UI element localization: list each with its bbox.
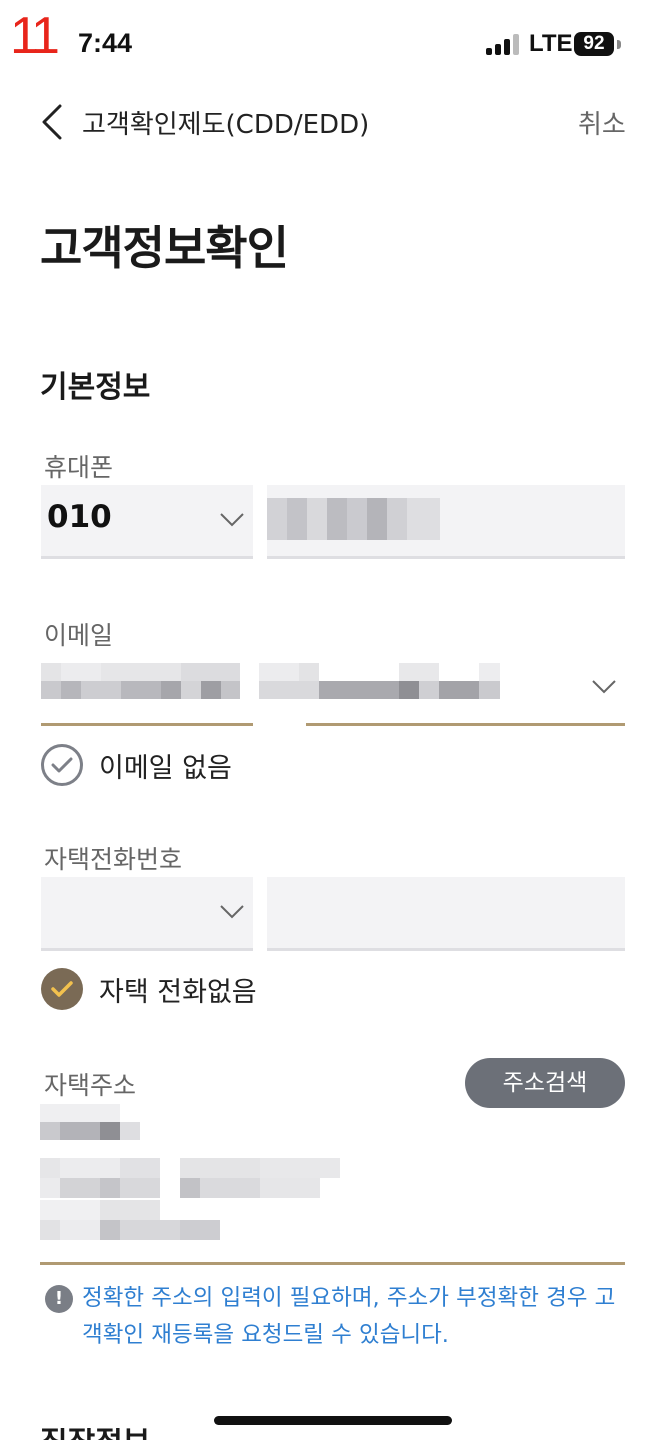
back-icon[interactable] [36, 102, 70, 142]
home-phone-area-select[interactable] [41, 877, 253, 951]
no-email-label: 이메일 없음 [99, 753, 232, 784]
no-email-checkbox[interactable]: 이메일 없음 [41, 744, 281, 786]
masked-email-domain [259, 663, 500, 699]
home-address-label: 자택주소 [44, 1071, 137, 1100]
network-type: LTE [529, 30, 573, 57]
chevron-down-icon [220, 513, 244, 527]
page-title: 고객정보확인 [40, 221, 289, 275]
cancel-button[interactable]: 취소 [578, 104, 626, 141]
masked-email-id [41, 663, 240, 699]
battery-tip [617, 40, 621, 49]
email-label: 이메일 [44, 621, 114, 650]
phone-prefix-select[interactable]: 010 [41, 485, 253, 559]
signal-icon [486, 33, 522, 55]
phone-prefix-value: 010 [47, 499, 112, 535]
section-title-work-info: 직장정보 [40, 1428, 150, 1440]
status-time: 7:44 [78, 28, 133, 58]
masked-address [40, 1158, 340, 1240]
home-indicator [214, 1416, 452, 1425]
address-notice-text: 정확한 주소의 입력이 필요하며, 주소가 부정확한 경우 고객확인 재등록을 … [82, 1285, 616, 1348]
chevron-down-icon [592, 680, 616, 694]
address-underline [40, 1262, 625, 1265]
chevron-down-icon [220, 905, 244, 919]
phone-label: 휴대폰 [44, 453, 114, 482]
nav-title: 고객확인제도(CDD/EDD) [82, 110, 370, 140]
overlay-number: 11 [10, 7, 60, 65]
home-phone-label: 자택전화번호 [44, 845, 183, 874]
email-id-input[interactable] [41, 655, 253, 726]
home-address-input[interactable] [40, 1100, 625, 1266]
no-home-phone-label: 자택 전화없음 [99, 977, 257, 1008]
masked-phone-number [267, 498, 440, 540]
check-icon [41, 968, 83, 1010]
check-icon [41, 744, 83, 786]
home-phone-input[interactable] [267, 877, 625, 951]
email-id-underline [41, 723, 253, 726]
phone-number-input[interactable] [267, 485, 625, 559]
email-domain-underline [306, 723, 625, 726]
masked-postcode [40, 1104, 140, 1140]
email-domain-select[interactable] [259, 655, 625, 726]
section-title-basic-info: 기본정보 [40, 370, 151, 405]
battery-icon: 92 [574, 32, 614, 56]
info-icon: ! [45, 1285, 73, 1313]
no-home-phone-checkbox[interactable]: 자택 전화없음 [41, 968, 301, 1010]
